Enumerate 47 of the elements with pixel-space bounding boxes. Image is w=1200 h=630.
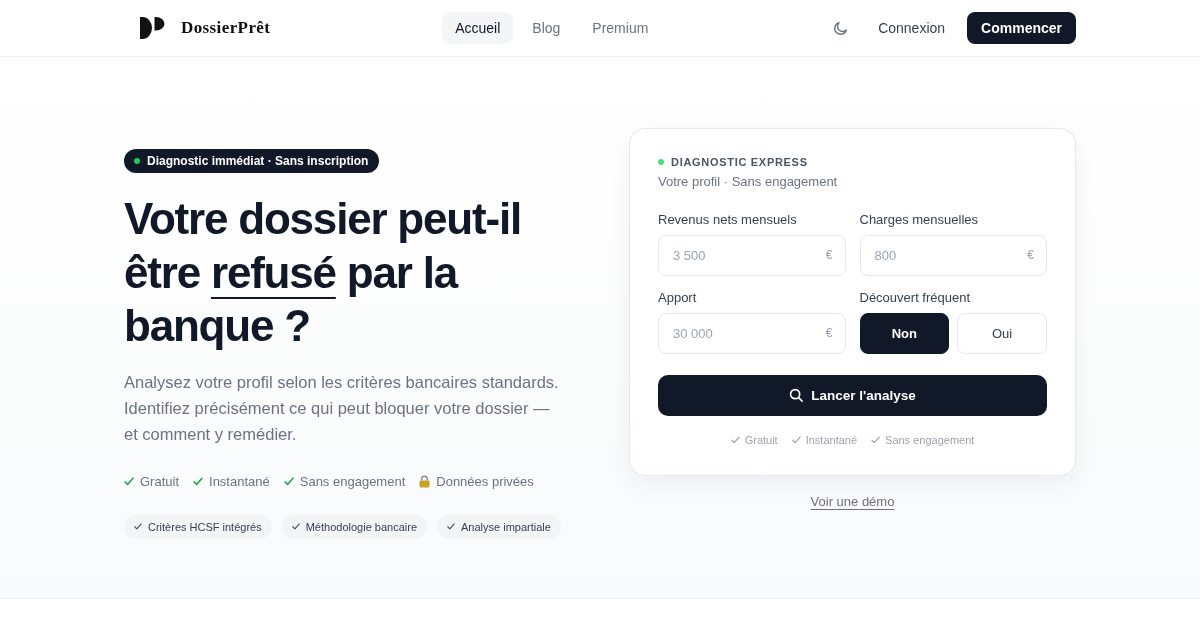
check-icon: [134, 523, 142, 530]
perk-label: Sans engagement: [299, 473, 406, 489]
badge-label: Diagnostic immédiat · Sans inscription: [147, 154, 369, 168]
search-icon: [789, 388, 804, 402]
moon-icon[interactable]: [833, 20, 849, 36]
tag-label: Analyse impartiale: [461, 520, 551, 533]
check-icon: [124, 476, 134, 486]
dot-icon: [658, 159, 664, 165]
check-icon: [283, 476, 294, 486]
perk-label: Sans engagement: [885, 432, 975, 447]
currency-unit: €: [1027, 246, 1034, 263]
demo-link[interactable]: Voir une démo: [810, 492, 895, 511]
card-eyebrow: DIAGNOSTIC EXPRESS: [671, 155, 808, 169]
tag-label: Méthodologie bancaire: [305, 520, 417, 533]
perk-label: Données privées: [436, 473, 534, 489]
perk-label: Instantané: [209, 473, 270, 489]
currency-unit: €: [825, 324, 833, 341]
padlock-icon: [419, 474, 431, 488]
perk-label: Gratuit: [140, 473, 179, 489]
toggle-option[interactable]: Non: [859, 312, 950, 354]
field-label: Découvert fréquent: [859, 289, 972, 306]
perk-label: Instantané: [805, 432, 858, 447]
toggle-option[interactable]: Oui: [957, 312, 1047, 354]
check-icon: [193, 476, 203, 486]
nav-tab[interactable]: Blog: [519, 12, 574, 44]
check-icon: [871, 435, 881, 444]
check-icon: [447, 523, 455, 530]
nav-tab[interactable]: Accueil: [442, 12, 514, 44]
perk-label: Gratuit: [744, 432, 778, 447]
nav-tab[interactable]: Premium: [579, 12, 662, 44]
analyze-button[interactable]: Lancer l'analyse: [658, 374, 1047, 416]
field-label: Revenus nets mensuels: [658, 211, 798, 228]
tag-label: Critères HCSF intégrés: [148, 520, 262, 533]
start-button[interactable]: Commencer: [967, 12, 1076, 44]
hero-description: Analysez votre profil selon les critères bancaires standards. Identifiez précisément ce qui peut bloquer votre dossier — et comment y remédier.: [124, 371, 560, 445]
brand-name: DossierPrêt: [181, 18, 271, 38]
check-icon: [291, 523, 300, 530]
hero-title: Votre dossier peut-il être refusé par la banque ?: [124, 193, 522, 352]
check-icon: [730, 435, 740, 444]
card-subtitle: Votre profil · Sans engagement: [658, 173, 839, 191]
logo-icon: [140, 17, 165, 39]
currency-unit: €: [825, 246, 833, 263]
field-label: Apport: [658, 289, 698, 306]
check-icon: [791, 435, 801, 444]
dot-icon: [134, 158, 140, 164]
login-link[interactable]: Connexion: [878, 20, 946, 36]
field-label: Charges mensuelles: [859, 211, 979, 228]
